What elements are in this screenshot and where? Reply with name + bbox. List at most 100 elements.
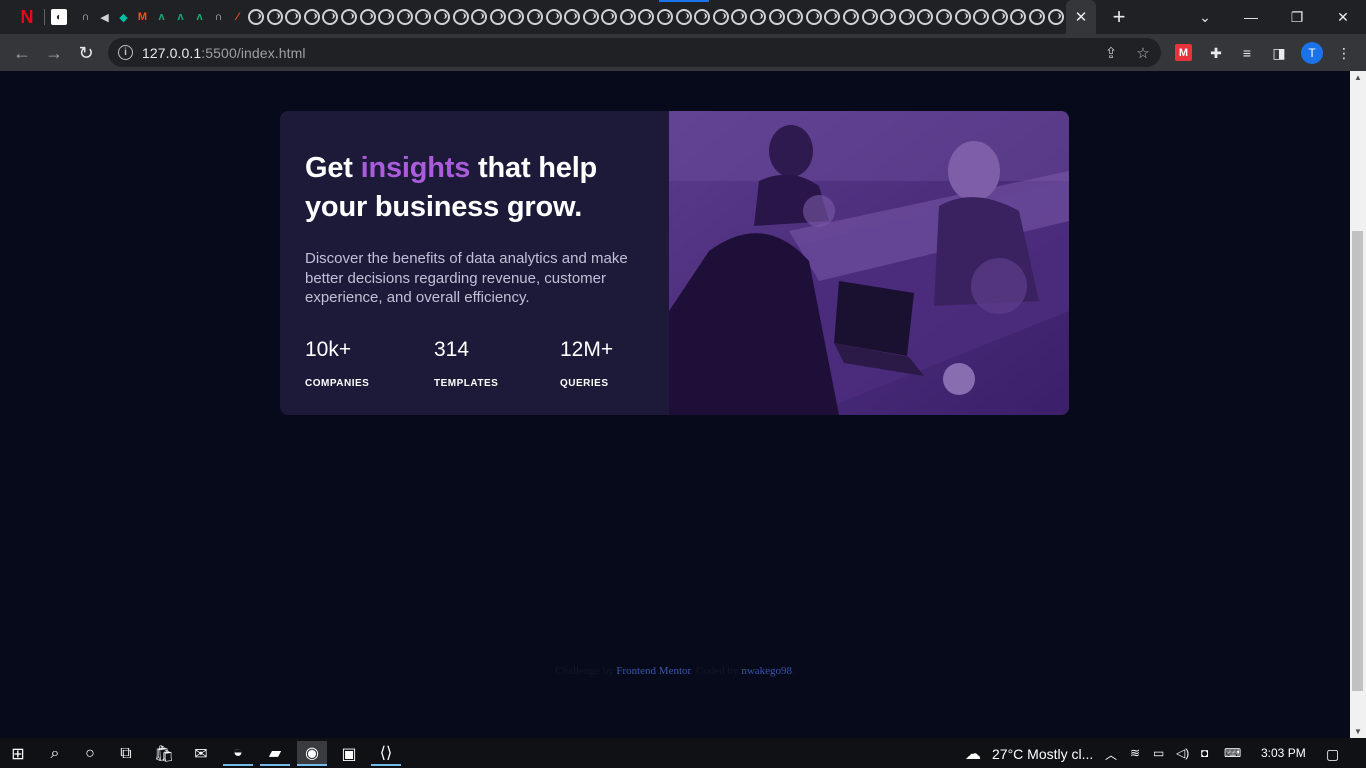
chrome-button[interactable]: ◉	[297, 741, 327, 766]
loading-tab-icon[interactable]	[1047, 9, 1064, 25]
mail-button[interactable]: ✉	[186, 741, 216, 766]
clock-time[interactable]: 3:03 PM	[1261, 746, 1306, 760]
loading-tab-icon[interactable]	[545, 9, 562, 25]
headphones-tab-icon[interactable]: ∩	[210, 9, 227, 26]
loading-tab-icon[interactable]	[731, 9, 748, 25]
loading-tab-icon[interactable]	[526, 9, 543, 25]
loading-tab-icon[interactable]	[564, 9, 581, 25]
frontend-mentor-link[interactable]: Frontend Mentor	[616, 665, 690, 677]
gem-tab-icon[interactable]: ◆	[115, 9, 132, 26]
site-info-icon[interactable]: i	[118, 45, 133, 60]
loading-tab-icon[interactable]	[322, 9, 339, 25]
chevron-up-icon[interactable]: ︿	[1105, 746, 1117, 763]
netflix-tab-icon[interactable]: N	[18, 7, 36, 27]
loading-tab-icon[interactable]	[415, 9, 432, 25]
loading-tab-icon[interactable]	[712, 9, 729, 25]
loading-tab-icon[interactable]	[396, 9, 413, 25]
minimize-button[interactable]: —	[1228, 0, 1274, 34]
tab-search-button[interactable]: ⌄	[1182, 0, 1228, 34]
loading-tab-icon[interactable]	[824, 9, 841, 25]
loading-tab-icon[interactable]	[973, 9, 990, 25]
loading-tab-icon[interactable]	[935, 9, 952, 25]
close-window-button[interactable]: ✕	[1320, 0, 1366, 34]
vine-tab-icon[interactable]: ʌ	[153, 9, 170, 26]
menu-button[interactable]: ⋮	[1334, 43, 1354, 63]
back-button[interactable]: ←	[9, 40, 35, 66]
vertical-scrollbar[interactable]: ▲ ▼	[1350, 71, 1366, 738]
search-button[interactable]: ⌕	[40, 741, 70, 766]
store-button[interactable]: 🛍	[149, 741, 179, 766]
url-text[interactable]: 127.0.0.1:5500/index.html	[142, 45, 306, 61]
weather-text[interactable]: 27°C Mostly cl...	[992, 746, 1093, 762]
loading-tab-icon[interactable]	[285, 9, 302, 25]
flag-tab-icon[interactable]: ⁄	[229, 9, 246, 26]
vscode-button[interactable]: ⟨⟩	[371, 741, 401, 766]
headphones-tab-icon[interactable]: ∩	[77, 9, 94, 26]
loading-tab-icon[interactable]	[843, 9, 859, 25]
loading-tab-icon[interactable]	[991, 9, 1008, 25]
vine-tab-icon[interactable]: ʌ	[172, 9, 189, 26]
loading-tab-icon[interactable]	[750, 9, 767, 25]
loading-tab-icon[interactable]	[880, 9, 897, 25]
loading-tab-icon[interactable]	[917, 9, 934, 25]
scroll-thumb[interactable]	[1352, 231, 1363, 691]
scroll-up-arrow-icon[interactable]: ▲	[1354, 73, 1362, 82]
loading-tab-icon[interactable]	[489, 9, 506, 25]
loading-tab-icon[interactable]	[378, 9, 395, 25]
loading-tab-icon[interactable]	[954, 9, 971, 25]
side-panel-button[interactable]: ◨	[1269, 43, 1289, 63]
new-tab-button[interactable]: +	[1108, 4, 1130, 30]
notion-tab-icon[interactable]: ◐	[51, 9, 67, 25]
loading-tab-icon[interactable]	[768, 9, 785, 25]
active-tab-close-button[interactable]: ✕	[1066, 0, 1096, 34]
loading-tab-icon[interactable]	[787, 9, 804, 25]
cortana-button[interactable]: ○	[75, 741, 105, 766]
loading-tab-icon[interactable]	[433, 9, 450, 25]
loading-tab-icon[interactable]	[582, 9, 599, 25]
meet-now-icon[interactable]: ◘	[1201, 746, 1208, 760]
loading-tab-icon[interactable]	[675, 9, 692, 25]
speaker-tab-icon[interactable]: ◀	[96, 9, 113, 26]
loading-tab-icon[interactable]	[805, 9, 822, 25]
forward-button[interactable]: →	[41, 40, 67, 66]
loading-tab-icon[interactable]	[619, 9, 636, 25]
gmail-tab-icon[interactable]: M	[134, 9, 151, 26]
address-bar[interactable]: i 127.0.0.1:5500/index.html ⇪ ☆	[108, 38, 1161, 67]
extensions-button[interactable]: ✚	[1206, 43, 1226, 63]
loading-tab-icon[interactable]	[898, 9, 915, 25]
wifi-icon[interactable]: ≋	[1130, 746, 1140, 760]
loading-tab-icon[interactable]	[471, 9, 488, 25]
loading-tab-icon[interactable]	[601, 9, 618, 25]
reload-button[interactable]: ↻	[73, 40, 99, 66]
battery-icon[interactable]: ▭	[1153, 746, 1164, 760]
start-button[interactable]: ⊞	[3, 741, 33, 766]
loading-tab-icon[interactable]	[638, 9, 655, 25]
share-button[interactable]: ⇪	[1101, 43, 1121, 63]
vine-tab-icon[interactable]: ʌ	[191, 9, 208, 26]
volume-icon[interactable]: ◁)	[1176, 746, 1189, 760]
media-control-button[interactable]: ≡	[1237, 43, 1257, 63]
loading-tab-icon[interactable]	[303, 9, 320, 25]
loading-tab-icon[interactable]	[359, 9, 376, 25]
loading-tab-icon[interactable]	[508, 9, 525, 25]
loading-tab-icon[interactable]	[1010, 9, 1027, 25]
loading-tab-icon[interactable]	[861, 9, 878, 25]
loading-tab-icon[interactable]	[248, 9, 264, 25]
author-link[interactable]: nwakego98	[741, 665, 792, 677]
scroll-down-arrow-icon[interactable]: ▼	[1354, 727, 1362, 736]
weather-icon[interactable]: ☁	[958, 741, 988, 766]
loading-tab-icon[interactable]	[657, 9, 674, 25]
loading-tab-icon[interactable]	[340, 9, 357, 25]
bookmark-button[interactable]: ☆	[1133, 43, 1153, 63]
loading-tab-icon[interactable]	[266, 9, 283, 25]
keyboard-icon[interactable]: ⌨	[1224, 746, 1241, 760]
file-explorer-button[interactable]: ▰	[260, 741, 290, 766]
loading-tab-icon[interactable]	[694, 9, 711, 25]
loading-tab-icon[interactable]	[452, 9, 469, 25]
restore-button[interactable]: ❐	[1274, 0, 1320, 34]
profile-avatar[interactable]: T	[1301, 42, 1323, 64]
notifications-icon[interactable]: ▢	[1326, 746, 1339, 763]
loading-tab-icon[interactable]	[1028, 9, 1045, 25]
photos-button[interactable]: ▣	[334, 741, 364, 766]
edge-button[interactable]: ◒	[223, 741, 253, 766]
